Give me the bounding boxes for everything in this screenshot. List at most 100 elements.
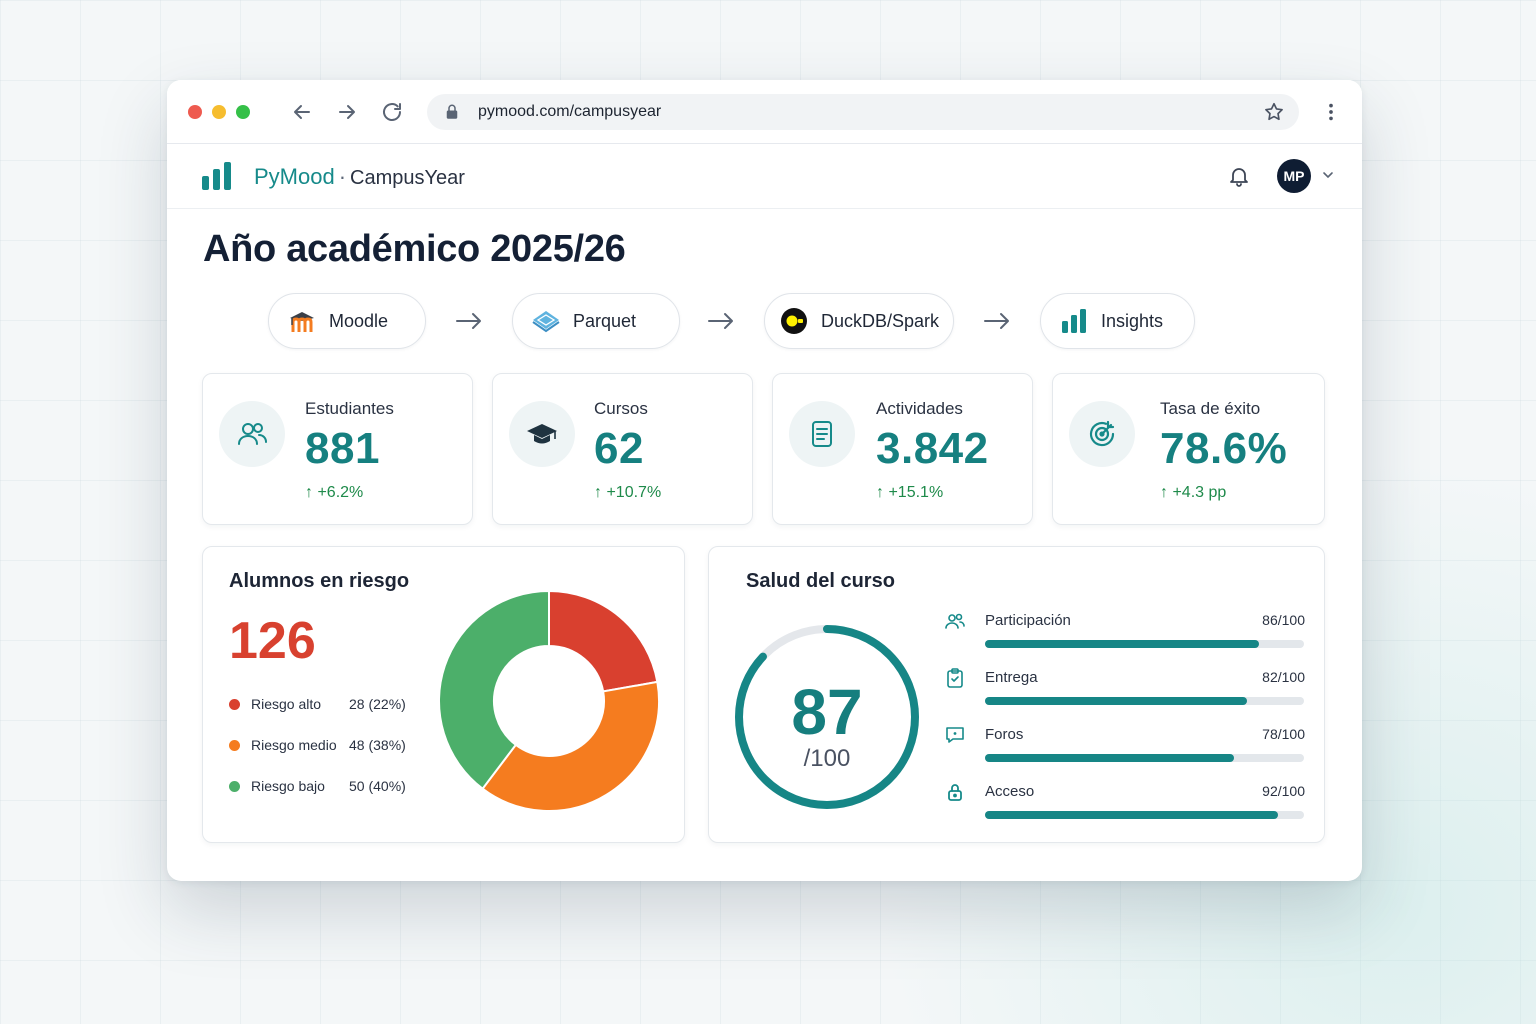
lock-icon xyxy=(446,104,458,119)
chat-bubble-icon xyxy=(946,727,964,743)
legend-value: 50 (40%) xyxy=(349,778,406,794)
chevron-down-icon[interactable] xyxy=(1322,169,1334,181)
legend-swatch xyxy=(229,740,240,751)
back-arrow-icon[interactable] xyxy=(290,100,314,124)
kpi-card-success-rate[interactable]: Tasa de éxito 78.6% ↑ +4.3 pp xyxy=(1052,373,1325,525)
kpi-label: Tasa de éxito xyxy=(1160,399,1261,418)
address-bar[interactable]: pymood.com/campusyear xyxy=(427,94,1299,130)
metric-progress-track xyxy=(985,697,1304,705)
kpi-card-courses[interactable]: Cursos 62 ↑ +10.7% xyxy=(492,373,753,525)
forward-arrow-icon[interactable] xyxy=(335,100,359,124)
health-metric-submission: Entrega 82/100 xyxy=(945,668,1305,718)
lock-icon xyxy=(948,784,962,801)
metric-name: Acceso xyxy=(985,783,1035,800)
pipeline-step-parquet[interactable]: Parquet xyxy=(512,293,680,349)
pipeline-arrow-icon xyxy=(984,313,1009,329)
metric-progress-fill xyxy=(985,640,1260,648)
pymood-logo-icon[interactable] xyxy=(202,162,234,190)
brand-subtitle: CampusYear xyxy=(350,167,465,189)
browser-window: pymood.com/campusyear PyMood · CampusYear … xyxy=(167,80,1362,881)
metric-score: 92/100 xyxy=(1262,783,1305,799)
metric-progress-fill xyxy=(985,811,1279,819)
course-health-panel: Salud del curso 87 /100 Participación 86… xyxy=(708,546,1325,843)
kpi-value: 3.842 xyxy=(876,424,989,473)
kpi-value: 881 xyxy=(305,424,380,473)
notification-bell-icon[interactable] xyxy=(1227,164,1251,188)
browser-toolbar: pymood.com/campusyear xyxy=(167,80,1362,144)
pipeline-step-label: Insights xyxy=(1101,310,1164,331)
brand-separator: · xyxy=(338,164,347,189)
health-metric-forums: Foros 78/100 xyxy=(945,725,1305,775)
health-score-denominator: /100 xyxy=(803,745,851,772)
risk-donut-chart[interactable] xyxy=(439,589,659,813)
kpi-card-activities[interactable]: Actividades 3.842 ↑ +15.1% xyxy=(772,373,1033,525)
kpi-delta-value: +6.2% xyxy=(317,484,364,501)
people-icon xyxy=(945,613,965,629)
metric-name: Entrega xyxy=(985,669,1038,686)
kpi-delta: ↑ +15.1% xyxy=(876,484,944,501)
donut-slice-riesgo-alto[interactable] xyxy=(548,589,659,693)
duckdb-logo-icon xyxy=(781,308,807,334)
clipboard-check-icon xyxy=(947,668,963,688)
metric-score: 78/100 xyxy=(1262,726,1305,742)
window-minimize-button[interactable] xyxy=(212,105,226,119)
legend-name: Riesgo bajo xyxy=(251,778,325,794)
bar-chart-icon xyxy=(1062,309,1086,333)
kpi-delta: ↑ +6.2% xyxy=(305,484,364,501)
page-title: Año académico 2025/26 xyxy=(203,228,626,270)
kpi-label: Estudiantes xyxy=(305,399,394,418)
metric-score: 86/100 xyxy=(1262,612,1305,628)
at-risk-total: 126 xyxy=(229,612,316,670)
reload-icon[interactable] xyxy=(380,100,404,124)
user-avatar[interactable]: MP xyxy=(1277,159,1311,193)
graduation-cap-icon xyxy=(527,424,557,444)
kpi-icon-wrap xyxy=(219,401,285,467)
users-icon xyxy=(238,423,267,445)
legend-value: 28 (22%) xyxy=(349,696,406,712)
pipeline-step-label: DuckDB/Spark xyxy=(821,310,940,331)
kpi-value: 62 xyxy=(594,424,644,473)
legend-value: 48 (38%) xyxy=(349,737,406,753)
metric-progress-fill xyxy=(985,697,1247,705)
metric-progress-track xyxy=(985,754,1304,762)
legend-swatch xyxy=(229,699,240,710)
metric-progress-fill xyxy=(985,754,1234,762)
window-close-button[interactable] xyxy=(188,105,202,119)
health-metric-access: Acceso 92/100 xyxy=(945,782,1305,832)
moodle-logo-icon xyxy=(290,312,314,332)
kpi-label: Cursos xyxy=(594,399,648,418)
metric-progress-track xyxy=(985,811,1304,819)
panel-title: Salud del curso xyxy=(746,570,895,592)
parquet-logo-icon xyxy=(532,311,560,333)
kpi-delta-value: +4.3 pp xyxy=(1172,484,1227,501)
window-maximize-button[interactable] xyxy=(236,105,250,119)
kpi-delta: ↑ +4.3 pp xyxy=(1160,484,1227,501)
kpi-icon-wrap xyxy=(509,401,575,467)
at-risk-panel: Alumnos en riesgo 126 Riesgo alto 28 (22… xyxy=(202,546,685,843)
brand[interactable]: PyMood · CampusYear xyxy=(254,164,465,190)
kpi-icon-wrap xyxy=(1069,401,1135,467)
brand-name: PyMood xyxy=(254,164,335,189)
pipeline-step-label: Moodle xyxy=(329,310,389,331)
kpi-icon-wrap xyxy=(789,401,855,467)
pipeline-step-duckdb[interactable]: DuckDB/Spark xyxy=(764,293,954,349)
metric-name: Foros xyxy=(985,726,1024,743)
kpi-delta-value: +10.7% xyxy=(606,484,662,501)
pipeline-step-insights[interactable]: Insights xyxy=(1040,293,1195,349)
panel-title: Alumnos en riesgo xyxy=(229,570,410,592)
legend-swatch xyxy=(229,781,240,792)
kpi-card-students[interactable]: Estudiantes 881 ↑ +6.2% xyxy=(202,373,473,525)
metric-score: 82/100 xyxy=(1262,669,1305,685)
pipeline-step-moodle[interactable]: Moodle xyxy=(268,293,426,349)
legend-name: Riesgo alto xyxy=(251,696,322,712)
legend-name: Riesgo medio xyxy=(251,737,337,753)
kpi-delta-value: +15.1% xyxy=(888,484,944,501)
bookmark-star-icon[interactable] xyxy=(1263,101,1285,123)
url-text[interactable]: pymood.com/campusyear xyxy=(478,103,661,121)
browser-menu-icon[interactable] xyxy=(1320,101,1342,123)
metric-name: Participación xyxy=(985,612,1071,629)
kpi-value: 78.6% xyxy=(1160,424,1288,473)
kpi-label: Actividades xyxy=(876,399,963,418)
app-header: PyMood · CampusYear MP xyxy=(167,144,1362,209)
metric-progress-track xyxy=(985,640,1304,648)
